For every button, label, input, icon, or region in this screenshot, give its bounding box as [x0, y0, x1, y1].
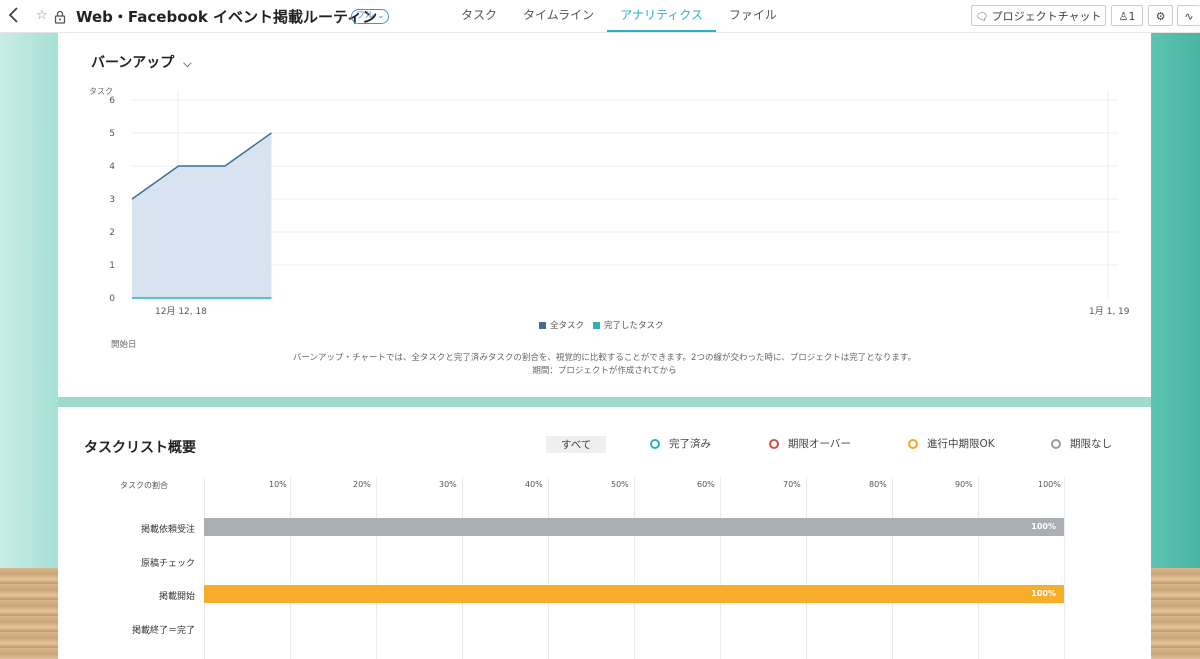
- tab-files[interactable]: ファイル: [716, 0, 790, 32]
- filter-in-progress[interactable]: 進行中期限OK: [908, 436, 995, 451]
- background-left: [0, 32, 58, 659]
- background-strip: [58, 397, 1151, 407]
- filter-in-progress-label: 進行中期限OK: [927, 438, 995, 450]
- y-tick: 5: [109, 129, 115, 139]
- filter-overdue-label: 期限オーバー: [788, 438, 851, 450]
- tasklist-panel: タスクリスト概要 すべて 完了済み 期限オーバー 進行中期限OK 期限なし タス…: [58, 407, 1151, 659]
- y-tick: 1: [109, 261, 115, 271]
- view-mode-badge[interactable]: フル ⌄: [351, 9, 390, 24]
- task-bar[interactable]: 100%: [204, 518, 1064, 536]
- legend-all-tasks: 全タスク: [539, 319, 584, 331]
- tab-bar: タスク タイムライン アナリティクス ファイル: [448, 0, 790, 32]
- x-tick-start: 12月 12, 18: [155, 307, 207, 317]
- task-bar[interactable]: 100%: [204, 585, 1064, 603]
- legend-completed-tasks: 完了したタスク: [593, 319, 664, 331]
- x-tick-end: 1月 1, 19: [1089, 307, 1130, 317]
- tasklist-title: タスクリスト概要: [84, 440, 196, 456]
- members-count: 1: [1128, 10, 1136, 23]
- pct-tick: 100%: [1038, 480, 1061, 489]
- pct-tick: 40%: [525, 480, 543, 489]
- y-tick: 3: [109, 195, 115, 205]
- no-deadline-dot-icon: [1051, 439, 1061, 449]
- grid-line: [204, 477, 205, 659]
- completed-dot-icon: [650, 439, 660, 449]
- background-right: [1150, 32, 1200, 659]
- person-icon: ♙: [1118, 10, 1129, 23]
- tab-tasks[interactable]: タスク: [448, 0, 510, 32]
- settings-button[interactable]: ⚙: [1148, 5, 1173, 26]
- y-tick: 6: [109, 96, 115, 106]
- tab-analytics[interactable]: アナリティクス: [607, 0, 716, 32]
- pct-tick: 80%: [869, 480, 887, 489]
- grid-line: [548, 477, 549, 659]
- background-wood-right: [1150, 568, 1200, 659]
- filter-completed[interactable]: 完了済み: [650, 436, 711, 451]
- chat-bubble-icon: 🗨: [975, 12, 989, 23]
- burnup-panel: バーンアップ ⌵ タスク 0123456 12月 12, 18 1月 1, 19…: [58, 33, 1151, 397]
- legend-swatch-all: [539, 322, 546, 329]
- pct-tick: 30%: [439, 480, 457, 489]
- top-bar: ☆ Web・Facebook イベント掲載ルーティン フル ⌄ タスク タイムラ…: [0, 0, 1200, 33]
- y-tick: 0: [109, 294, 115, 304]
- burnup-period: 期間：プロジェクトが作成されてから: [532, 366, 677, 376]
- grid-line: [462, 477, 463, 659]
- filter-no-deadline[interactable]: 期限なし: [1051, 436, 1112, 451]
- row-label: 掲載依頼受注: [140, 525, 195, 535]
- pct-tick: 50%: [611, 480, 629, 489]
- lock-icon: [54, 9, 66, 24]
- pct-tick: 20%: [353, 480, 371, 489]
- project-title: Web・Facebook イベント掲載ルーティン: [76, 8, 378, 26]
- legend-swatch-done: [593, 322, 600, 329]
- filter-overdue[interactable]: 期限オーバー: [769, 436, 851, 451]
- chevron-down-icon: ⌄: [376, 11, 385, 21]
- row-label: 原稿チェック: [140, 559, 195, 569]
- grid-line: [720, 477, 721, 659]
- gear-icon: ⚙: [1155, 10, 1166, 23]
- grid-line: [892, 477, 893, 659]
- grid-line: [376, 477, 377, 659]
- filter-all[interactable]: すべて: [546, 436, 607, 453]
- filter-no-deadline-label: 期限なし: [1070, 438, 1112, 450]
- burnup-description: バーンアップ・チャートでは、全タスクと完了済みタスクの割合を、視覚的に比較するこ…: [292, 353, 917, 363]
- pct-tick: 10%: [269, 480, 287, 489]
- activity-button[interactable]: ∿: [1177, 5, 1200, 26]
- grid-line: [1064, 477, 1065, 659]
- tab-timeline[interactable]: タイムライン: [510, 0, 607, 32]
- activity-icon: ∿: [1184, 10, 1194, 23]
- grid-line: [806, 477, 807, 659]
- grid-line: [978, 477, 979, 659]
- x-axis-caption: 開始日: [111, 340, 137, 350]
- grid-line: [634, 477, 635, 659]
- star-icon[interactable]: ☆: [36, 8, 48, 23]
- row-label: 掲載終了＝完了: [131, 626, 195, 636]
- grid-line: [290, 477, 291, 659]
- bar-value-label: 100%: [1031, 522, 1056, 531]
- legend-done-label: 完了したタスク: [604, 321, 664, 331]
- members-button[interactable]: ♙1: [1111, 5, 1143, 26]
- filter-completed-label: 完了済み: [669, 438, 711, 450]
- bar-value-label: 100%: [1031, 589, 1056, 598]
- background-wood-left: [0, 568, 58, 659]
- axis-label: タスクの割合: [120, 481, 168, 490]
- chevron-left-icon[interactable]: [8, 6, 26, 26]
- pct-tick: 90%: [955, 480, 973, 489]
- pct-tick: 60%: [697, 480, 715, 489]
- row-label: 掲載開始: [158, 592, 195, 602]
- in-progress-dot-icon: [908, 439, 918, 449]
- view-mode-label: フル: [356, 11, 375, 21]
- burnup-chart: 0 1 2 3 4 5 6: [109, 90, 1118, 304]
- project-chat-button[interactable]: 🗨 プロジェクトチャット: [971, 5, 1106, 26]
- project-chat-label: プロジェクトチャット: [991, 10, 1102, 23]
- pct-tick: 70%: [783, 480, 801, 489]
- all-tasks-area: [132, 133, 272, 298]
- y-tick: 4: [109, 162, 115, 172]
- overdue-dot-icon: [769, 439, 779, 449]
- legend-all-label: 全タスク: [550, 321, 585, 331]
- y-tick: 2: [109, 228, 115, 238]
